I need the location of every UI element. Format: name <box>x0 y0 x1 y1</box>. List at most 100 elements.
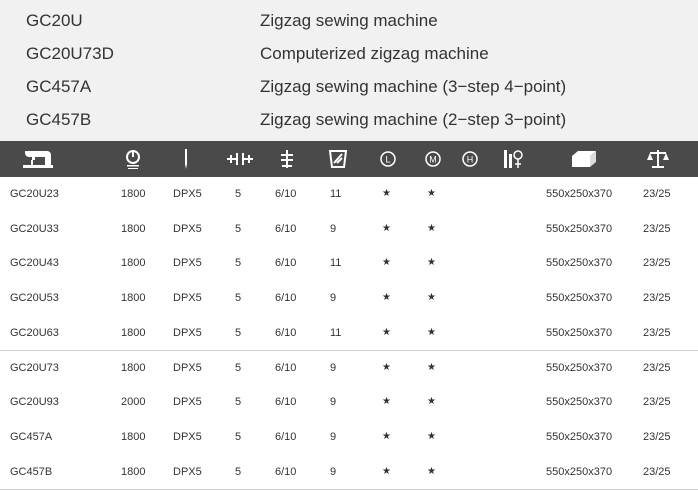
cell-model: GC20U53 <box>10 292 59 305</box>
cell-light: ★ <box>382 222 391 234</box>
cell-stitch: 5 <box>235 257 242 270</box>
cell-package: 550x250x370 <box>546 361 613 374</box>
model-code: GC20U <box>26 11 83 30</box>
table-row: GC20U63 1800 DPX5 5 6/10 11 ★ ★ 550x250x… <box>0 315 698 352</box>
table-row: GC20U33 1800 DPX5 5 6/10 9 ★ ★ 550x250x3… <box>0 211 698 248</box>
cell-model: GC20U73 <box>10 361 59 374</box>
cell-medium: ★ <box>427 326 436 338</box>
stitch-width-icon <box>222 141 258 177</box>
cell-needle: DPX5 <box>173 465 202 478</box>
cell-stitch: 5 <box>235 396 242 409</box>
speed-icon <box>118 141 148 177</box>
cell-medium: ★ <box>427 465 436 477</box>
cell-height: 6/10 <box>275 396 297 409</box>
cell-feed: 9 <box>330 396 337 409</box>
cell-feed: 9 <box>330 430 337 443</box>
special-function-icon <box>500 141 526 177</box>
needle-icon <box>174 141 198 177</box>
model-description: Zigzag sewing machine (3−step 4−point) <box>260 77 567 96</box>
medium-weight-label: M <box>429 155 437 165</box>
model-item: GC457B Zigzag sewing machine (2−step 3−p… <box>0 103 698 136</box>
cell-feed: 11 <box>330 257 342 270</box>
table-row: GC20U23 1800 DPX5 5 6/10 11 ★ ★ 550x250x… <box>0 177 698 213</box>
cell-height: 6/10 <box>275 465 297 478</box>
cell-feed: 9 <box>330 292 337 305</box>
light-weight-icon: L <box>376 141 400 177</box>
cell-light: ★ <box>382 430 391 442</box>
cell-package: 550x250x370 <box>546 465 613 478</box>
cell-model: GC20U43 <box>10 257 59 270</box>
cell-speed: 1800 <box>121 188 146 200</box>
cell-model: GC457A <box>10 430 53 443</box>
cell-light: ★ <box>382 465 391 477</box>
cell-height: 6/10 <box>275 188 297 200</box>
cell-light: ★ <box>382 257 391 269</box>
cell-stitch: 5 <box>235 188 242 200</box>
cell-height: 6/10 <box>275 257 297 270</box>
model-item: GC20U Zigzag sewing machine <box>0 4 698 37</box>
cell-medium: ★ <box>427 257 436 269</box>
cell-stitch: 5 <box>235 430 242 443</box>
cell-light: ★ <box>382 292 391 304</box>
cell-speed: 1800 <box>121 361 146 374</box>
table-row: GC20U93 2000 DPX5 5 6/10 9 ★ ★ 550x250x3… <box>0 385 698 421</box>
cell-package: 550x250x370 <box>546 292 613 305</box>
cell-speed: 2000 <box>121 396 146 409</box>
sewing-machine-icon <box>18 141 58 177</box>
presser-height-icon <box>275 141 299 177</box>
cell-light: ★ <box>382 188 391 199</box>
table-header: L M H <box>0 141 698 177</box>
model-item: GC457A Zigzag sewing machine (3−step 4−p… <box>0 70 698 103</box>
cell-model: GC457B <box>10 465 53 478</box>
model-code: GC457B <box>26 110 92 129</box>
cell-speed: 1800 <box>121 222 146 235</box>
model-description: Zigzag sewing machine <box>260 11 438 30</box>
cell-speed: 1800 <box>121 292 146 305</box>
cell-feed: 9 <box>330 222 337 235</box>
table-row: GC457B 1800 DPX5 5 6/10 9 ★ ★ 550x250x37… <box>0 454 698 491</box>
cell-medium: ★ <box>427 396 436 408</box>
cell-needle: DPX5 <box>173 292 202 305</box>
cell-model: GC20U93 <box>10 396 59 409</box>
cell-height: 6/10 <box>275 326 297 339</box>
cell-weight: 23/25 <box>643 257 671 270</box>
cell-needle: DPX5 <box>173 396 202 409</box>
cell-light: ★ <box>382 326 391 338</box>
model-code: GC457A <box>26 77 92 96</box>
cell-medium: ★ <box>427 361 436 373</box>
cell-weight: 23/25 <box>643 222 671 235</box>
cell-weight: 23/25 <box>643 361 671 374</box>
table-row: GC20U73 1800 DPX5 5 6/10 9 ★ ★ 550x250x3… <box>0 350 698 387</box>
cell-light: ★ <box>382 396 391 408</box>
cell-model: GC20U23 <box>10 188 59 200</box>
cell-weight: 23/25 <box>643 292 671 305</box>
cell-model: GC20U33 <box>10 222 59 235</box>
cell-package: 550x250x370 <box>546 222 613 235</box>
cell-feed: 11 <box>330 326 342 339</box>
cell-weight: 23/25 <box>643 430 671 443</box>
cell-height: 6/10 <box>275 292 297 305</box>
model-code: GC20U73D <box>26 44 114 63</box>
cell-package: 550x250x370 <box>546 188 613 200</box>
cell-medium: ★ <box>427 430 436 442</box>
cell-weight: 23/25 <box>643 465 671 478</box>
model-list: GC20U Zigzag sewing machine GC20U73D Com… <box>0 0 698 141</box>
table-row: GC457A 1800 DPX5 5 6/10 9 ★ ★ 550x250x37… <box>0 419 698 456</box>
medium-weight-icon: M <box>421 141 445 177</box>
cell-feed: 11 <box>330 188 342 200</box>
cell-stitch: 5 <box>235 326 242 339</box>
cell-package: 550x250x370 <box>546 257 613 270</box>
cell-package: 550x250x370 <box>546 430 613 443</box>
model-item: GC20U73D Computerized zigzag machine <box>0 37 698 70</box>
cell-feed: 9 <box>330 361 337 374</box>
cell-medium: ★ <box>427 222 436 234</box>
cell-needle: DPX5 <box>173 188 202 200</box>
cell-package: 550x250x370 <box>546 326 613 339</box>
heavy-weight-label: H <box>467 155 474 165</box>
cell-stitch: 5 <box>235 222 242 235</box>
package-icon <box>568 141 600 177</box>
cell-light: ★ <box>382 361 391 373</box>
cell-speed: 1800 <box>121 465 146 478</box>
cell-speed: 1800 <box>121 257 146 270</box>
cell-needle: DPX5 <box>173 430 202 443</box>
